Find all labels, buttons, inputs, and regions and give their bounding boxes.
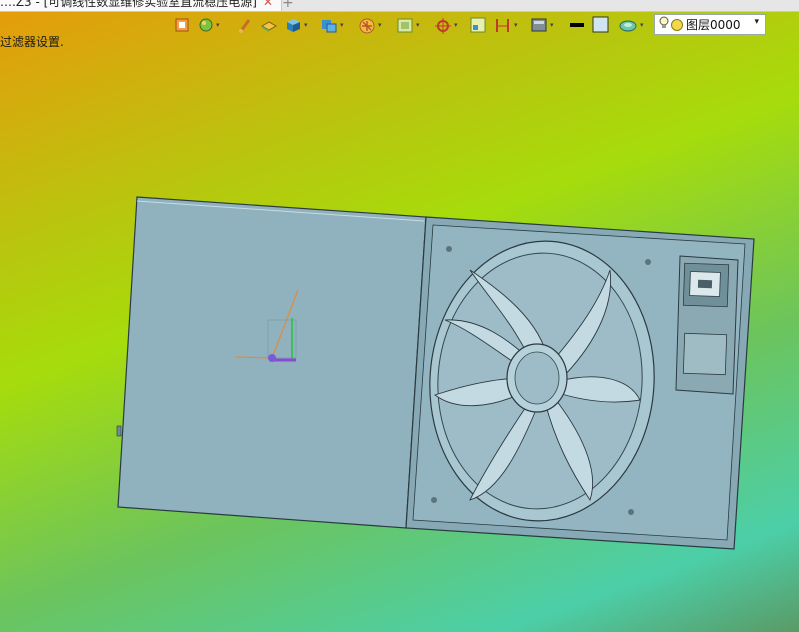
model-viewport[interactable] (0, 0, 799, 632)
side-latch (116, 425, 122, 437)
screw (446, 246, 452, 252)
power-socket (675, 255, 739, 395)
screw (628, 509, 634, 515)
screw (645, 259, 651, 265)
screw (431, 497, 437, 503)
enclosure-cover (117, 196, 427, 529)
